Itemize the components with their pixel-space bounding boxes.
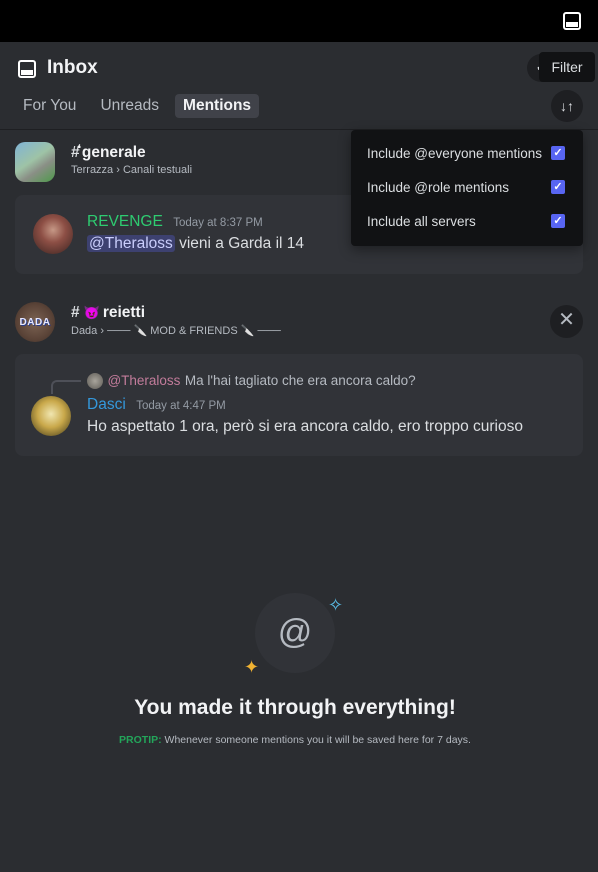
message-timestamp: Today at 8:37 PM bbox=[173, 217, 263, 229]
server-avatar-text: DADA bbox=[19, 316, 51, 328]
filter-option-role[interactable]: Include @role mentions ✓ bbox=[351, 170, 583, 204]
avatar[interactable] bbox=[31, 396, 71, 436]
channel-name-text: generale bbox=[81, 144, 146, 161]
reply-connector bbox=[51, 380, 81, 394]
message-author[interactable]: Dasci bbox=[87, 396, 126, 413]
reply-author[interactable]: @Theraloss bbox=[107, 373, 180, 388]
tab-mentions[interactable]: Mentions bbox=[175, 94, 260, 118]
message-author[interactable]: REVENGE bbox=[87, 213, 163, 230]
close-icon[interactable]: ✕ bbox=[550, 305, 583, 338]
inbox-header: Inbox For You Unreads Mentions ✔ Filter … bbox=[0, 42, 598, 130]
protip-label: PROTIP: bbox=[119, 734, 162, 746]
inbox-icon bbox=[18, 60, 36, 78]
channel-header-generale[interactable]: #❛generale Terrazza › Canali testuali bbox=[15, 142, 192, 182]
channel-name[interactable]: # 😈 reietti bbox=[71, 304, 281, 322]
avatar bbox=[87, 372, 103, 389]
channel-prefix-glyph: ❛ bbox=[77, 144, 81, 155]
tab-bar: For You Unreads Mentions bbox=[15, 94, 260, 118]
filter-option-label: Include all servers bbox=[367, 213, 476, 229]
tab-for-you[interactable]: For You bbox=[15, 94, 84, 118]
channel-breadcrumb: Dada › ─── 🔪 MOD & FRIENDS 🔪 ─── bbox=[71, 325, 281, 337]
user-mention[interactable]: @Theraloss bbox=[87, 235, 175, 252]
checkbox[interactable]: ✓ bbox=[551, 214, 565, 228]
sparkle-icon: ✧ bbox=[328, 595, 344, 615]
hash-icon: # bbox=[71, 304, 80, 321]
inbox-icon[interactable] bbox=[563, 12, 581, 30]
channel-header-reietti[interactable]: DADA # 😈 reietti Dada › ─── 🔪 MOD & FRIEND… bbox=[15, 302, 281, 342]
protip-text: PROTIP: Whenever someone mentions you it… bbox=[0, 734, 590, 746]
reply-text: Ma l'hai tagliato che era ancora caldo? bbox=[184, 373, 416, 388]
filter-menu: Include @everyone mentions ✓ Include @ro… bbox=[351, 130, 583, 246]
filter-option-label: Include @role mentions bbox=[367, 179, 510, 195]
tab-unreads[interactable]: Unreads bbox=[92, 94, 167, 118]
message-content: @Theraloss vieni a Garda il 14 bbox=[87, 235, 304, 253]
sparkle-icon: ✦ bbox=[244, 657, 260, 677]
filter-option-everyone[interactable]: Include @everyone mentions ✓ bbox=[351, 136, 583, 170]
channel-name-text: reietti bbox=[102, 304, 146, 321]
protip-body: Whenever someone mentions you it will be… bbox=[161, 734, 471, 746]
at-sign-icon: @ bbox=[255, 593, 335, 673]
page-title: Inbox bbox=[47, 57, 98, 78]
devil-emoji-icon: 😈 bbox=[83, 305, 100, 320]
server-icon bbox=[15, 142, 55, 182]
filter-option-all-servers[interactable]: Include all servers ✓ bbox=[351, 204, 583, 238]
checkbox[interactable]: ✓ bbox=[551, 146, 565, 160]
message-timestamp: Today at 4:47 PM bbox=[136, 400, 226, 412]
server-icon: DADA bbox=[15, 302, 55, 342]
inbox-panel: Inbox For You Unreads Mentions ✔ Filter … bbox=[0, 42, 598, 872]
channel-name[interactable]: #❛generale bbox=[71, 144, 192, 162]
checkbox[interactable]: ✓ bbox=[551, 180, 565, 194]
message-card[interactable]: @Theraloss Ma l'hai tagliato che era anc… bbox=[15, 354, 583, 456]
avatar[interactable] bbox=[33, 214, 73, 254]
message-text: Ho aspettato 1 ora, però si era ancora c… bbox=[87, 418, 523, 435]
channel-breadcrumb: Terrazza › Canali testuali bbox=[71, 164, 193, 176]
reply-preview[interactable]: @Theraloss Ma l'hai tagliato che era anc… bbox=[87, 372, 416, 390]
empty-state-title: You made it through everything! bbox=[134, 696, 456, 719]
filter-button[interactable]: ↓↑ bbox=[551, 90, 583, 122]
title-bar bbox=[0, 0, 598, 42]
message-text: vieni a Garda il 14 bbox=[174, 235, 305, 252]
filter-option-label: Include @everyone mentions bbox=[367, 145, 543, 161]
filter-tooltip: Filter bbox=[539, 52, 595, 82]
